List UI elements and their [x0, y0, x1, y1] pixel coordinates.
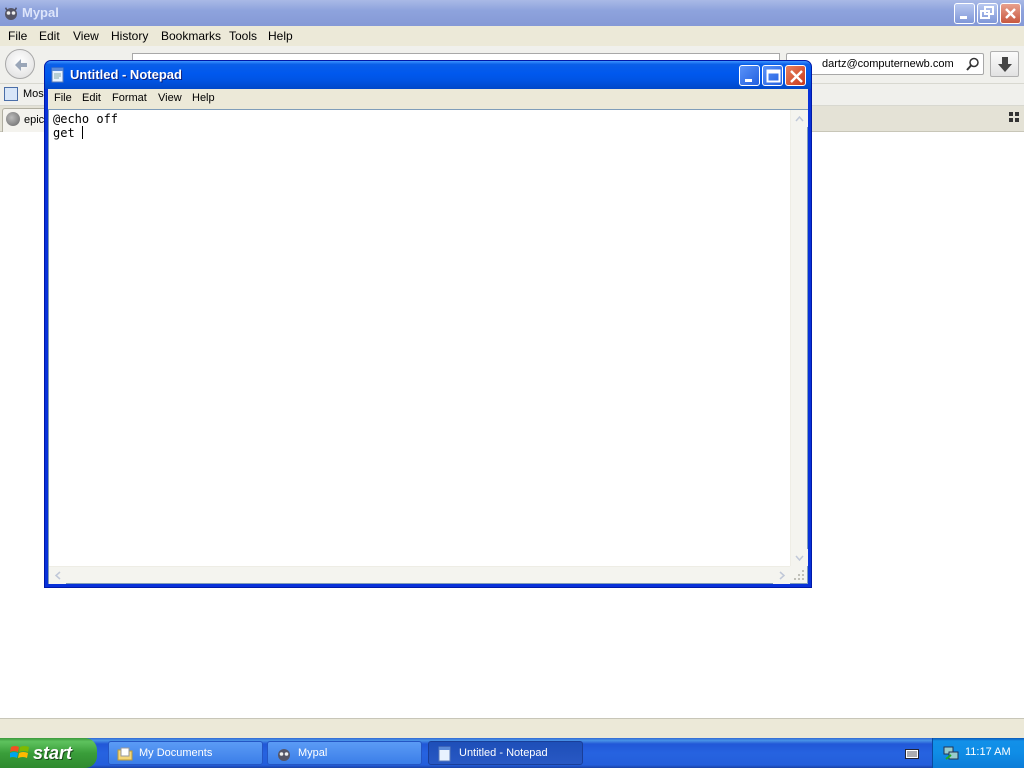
taskbar-item-my-documents[interactable]: My Documents: [108, 741, 263, 765]
notepad-icon: [438, 746, 451, 762]
notepad-menu-bar: File Edit Format View Help: [48, 89, 808, 109]
notepad-menu-view[interactable]: View: [158, 92, 182, 104]
chevron-up-icon: [795, 115, 804, 122]
minimize-icon: [960, 16, 967, 19]
browser-close-button[interactable]: [1000, 3, 1021, 24]
close-icon: [1005, 8, 1016, 19]
vertical-scrollbar[interactable]: [790, 110, 808, 566]
resize-grip[interactable]: [790, 566, 807, 583]
search-input[interactable]: dartz@computernewb.com: [786, 53, 984, 75]
start-button[interactable]: start: [0, 738, 97, 768]
start-label: start: [33, 743, 73, 763]
chevron-left-icon: [54, 571, 61, 580]
notepad-minimize-button[interactable]: [739, 65, 760, 86]
browser-menu-bar: File Edit View History Bookmarks Tools H…: [0, 26, 1024, 46]
taskbar-item-notepad[interactable]: Untitled - Notepad: [428, 741, 583, 765]
browser-menu-edit[interactable]: Edit: [39, 29, 60, 43]
back-button[interactable]: [5, 49, 35, 79]
windows-logo-icon: [10, 746, 29, 758]
browser-menu-bookmarks[interactable]: Bookmarks: [161, 29, 221, 43]
notepad-menu-edit[interactable]: Edit: [82, 92, 101, 104]
tab-grid-icon[interactable]: [1009, 112, 1019, 122]
notepad-menu-file[interactable]: File: [54, 92, 72, 104]
text-line: get: [53, 126, 82, 140]
minimize-icon: [745, 79, 752, 82]
scroll-left-button[interactable]: [49, 567, 66, 584]
taskbar-item-label: Mypal: [298, 747, 328, 759]
horizontal-scrollbar[interactable]: [49, 566, 790, 584]
taskbar-item-mypal[interactable]: Mypal: [267, 741, 422, 765]
browser-menu-view[interactable]: View: [73, 29, 99, 43]
browser-status-bar: [0, 718, 1024, 738]
notepad-text-content[interactable]: @echo off get: [53, 112, 788, 564]
notepad-title-bar[interactable]: Untitled - Notepad: [45, 61, 811, 89]
search-icon[interactable]: [966, 57, 980, 71]
restore-icon: [980, 6, 994, 19]
text-caret: [81, 126, 83, 139]
scroll-right-button[interactable]: [773, 567, 790, 584]
notepad-title: Untitled - Notepad: [70, 67, 182, 82]
browser-menu-file[interactable]: File: [8, 29, 27, 43]
browser-minimize-button[interactable]: [954, 3, 975, 24]
search-input-value: dartz@computernewb.com: [822, 58, 954, 70]
network-icon[interactable]: [943, 745, 959, 761]
taskbar: start My Documents Mypal Untitled - Note…: [0, 738, 1024, 768]
scroll-up-button[interactable]: [791, 110, 808, 127]
chevron-down-icon: [795, 555, 804, 562]
clock[interactable]: 11:17 AM: [965, 746, 1011, 758]
close-icon: [790, 70, 803, 83]
notepad-maximize-button[interactable]: [762, 65, 783, 86]
keyboard-icon[interactable]: [905, 746, 919, 760]
globe-icon: [6, 112, 20, 126]
notepad-menu-help[interactable]: Help: [192, 92, 215, 104]
folder-icon: [117, 747, 133, 761]
notepad-menu-format[interactable]: Format: [112, 92, 147, 104]
notepad-text-area[interactable]: @echo off get: [48, 109, 808, 584]
mypal-icon: [5, 7, 17, 20]
browser-title: Mypal: [22, 5, 59, 20]
maximize-icon: [766, 69, 781, 83]
mypal-icon: [278, 749, 290, 761]
download-arrow-icon: [998, 57, 1012, 72]
most-visited-icon: [4, 87, 18, 101]
browser-menu-tools[interactable]: Tools: [229, 29, 257, 43]
browser-menu-help[interactable]: Help: [268, 29, 293, 43]
notepad-close-button[interactable]: [785, 65, 806, 86]
system-tray: 11:17 AM: [932, 738, 1024, 768]
browser-menu-history[interactable]: History: [111, 29, 148, 43]
text-line: @echo off: [53, 112, 119, 126]
back-arrow-icon: [15, 59, 27, 71]
notepad-window: Untitled - Notepad File Edit Format View…: [44, 60, 812, 588]
taskbar-item-label: Untitled - Notepad: [459, 747, 548, 759]
scroll-down-button[interactable]: [791, 549, 808, 566]
taskbar-item-label: My Documents: [139, 747, 213, 759]
chevron-right-icon: [779, 571, 786, 580]
browser-title-bar[interactable]: Mypal: [0, 0, 1024, 26]
browser-tab-label: epic: [24, 114, 45, 126]
resize-grip-icon: [794, 570, 804, 580]
downloads-button[interactable]: [990, 51, 1019, 77]
notepad-icon: [51, 67, 64, 83]
browser-restore-button[interactable]: [977, 3, 998, 24]
